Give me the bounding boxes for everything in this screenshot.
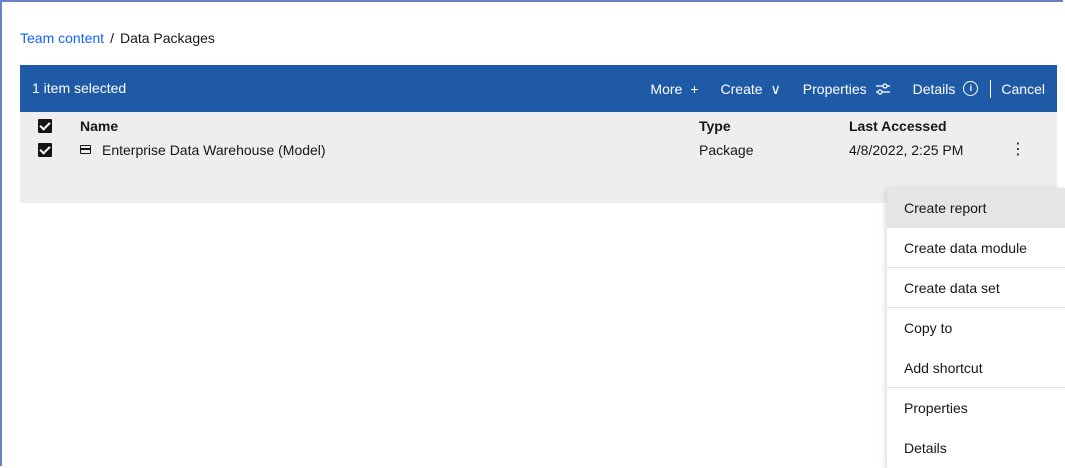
chevron-down-icon: ∨ [770, 80, 781, 97]
selection-count: 1 item selected [32, 80, 127, 96]
cancel-button[interactable]: Cancel [1001, 81, 1045, 97]
toolbar-divider [990, 79, 992, 98]
row-type: Package [699, 142, 754, 158]
menu-item-create-data-set[interactable]: Create data set [887, 268, 1065, 308]
breadcrumb-separator: / [110, 30, 114, 46]
sliders-icon [875, 82, 890, 95]
context-menu: Create report Create data module Create … [887, 188, 1065, 468]
column-header-last-accessed[interactable]: Last Accessed [849, 118, 947, 134]
details-button[interactable]: Details i [913, 81, 979, 97]
table-header-row: Name Type Last Accessed [20, 117, 1057, 137]
package-icon [80, 145, 91, 154]
menu-item-properties[interactable]: Properties [887, 388, 1065, 428]
breadcrumb-team-content-link[interactable]: Team content [20, 30, 104, 46]
overflow-menu-icon[interactable]: ⋮ [1010, 139, 1026, 161]
info-icon: i [963, 81, 979, 96]
details-label: Details [912, 80, 956, 97]
menu-item-copy-to[interactable]: Copy to [887, 308, 1065, 348]
menu-item-create-data-module[interactable]: Create data module [887, 228, 1065, 268]
plus-icon: + [690, 80, 699, 97]
menu-item-details[interactable]: Details [887, 428, 1065, 468]
menu-item-add-shortcut[interactable]: Add shortcut [887, 348, 1065, 388]
table-row[interactable]: Enterprise Data Warehouse (Model) Packag… [20, 141, 1057, 161]
column-header-type[interactable]: Type [699, 118, 731, 134]
properties-button[interactable]: Properties [803, 81, 891, 97]
create-label: Create [720, 80, 763, 97]
row-last-accessed: 4/8/2022, 2:25 PM [849, 142, 964, 158]
selection-toolbar: 1 item selected More + Create ∨ Properti… [20, 65, 1057, 112]
row-checkbox[interactable] [38, 143, 52, 157]
row-name[interactable]: Enterprise Data Warehouse (Model) [102, 142, 326, 158]
more-button[interactable]: More + [650, 81, 698, 97]
column-header-name[interactable]: Name [80, 118, 118, 134]
properties-label: Properties [802, 80, 867, 97]
more-label: More [650, 80, 683, 97]
create-button[interactable]: Create ∨ [721, 81, 781, 97]
select-all-checkbox[interactable] [38, 119, 52, 133]
breadcrumb-current: Data Packages [119, 30, 215, 46]
menu-item-create-report[interactable]: Create report [887, 188, 1065, 228]
breadcrumb: Team content / Data Packages [20, 30, 215, 46]
toolbar-actions: More + Create ∨ Properties Details i Can… [650, 65, 1045, 112]
